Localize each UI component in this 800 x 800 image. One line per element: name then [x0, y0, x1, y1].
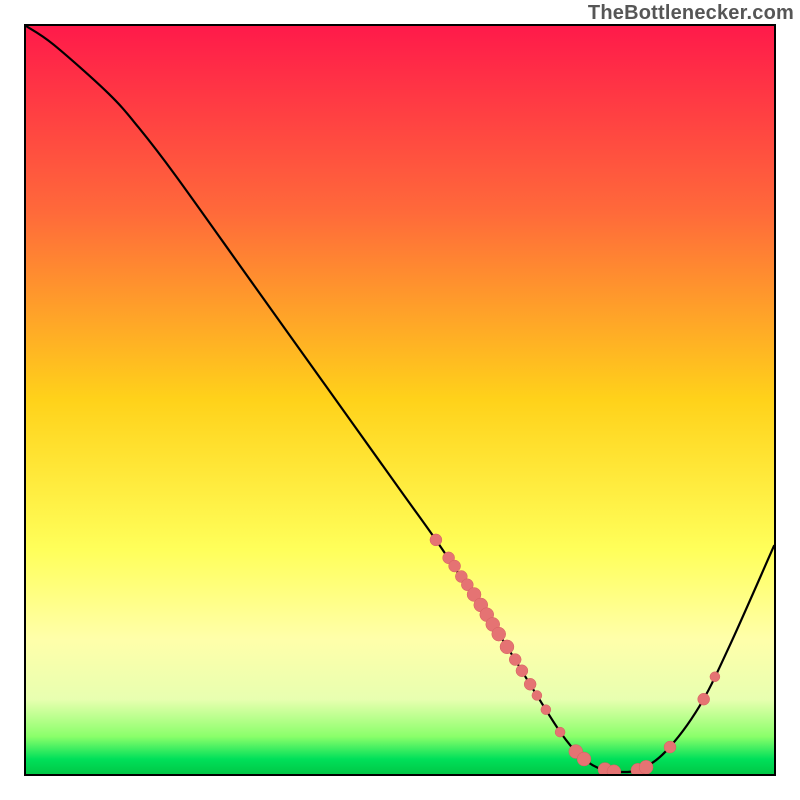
data-marker — [509, 654, 521, 666]
data-marker — [524, 678, 536, 690]
data-marker — [500, 640, 514, 654]
watermark-text: TheBottlenecker.com — [588, 2, 794, 25]
chart-container: TheBottlenecker.com — [0, 0, 800, 800]
plot-area — [24, 24, 776, 776]
data-marker — [541, 705, 551, 715]
data-marker — [555, 727, 565, 737]
data-marker — [516, 665, 528, 677]
curve-layer — [26, 26, 774, 774]
data-marker — [430, 534, 442, 546]
data-marker — [698, 693, 710, 705]
data-marker — [532, 690, 542, 700]
data-marker — [710, 672, 720, 682]
data-marker — [664, 741, 676, 753]
data-marker — [639, 760, 653, 774]
data-marker — [449, 560, 461, 572]
data-marker — [492, 627, 506, 641]
bottleneck-curve — [26, 26, 774, 772]
data-marker — [577, 752, 591, 766]
